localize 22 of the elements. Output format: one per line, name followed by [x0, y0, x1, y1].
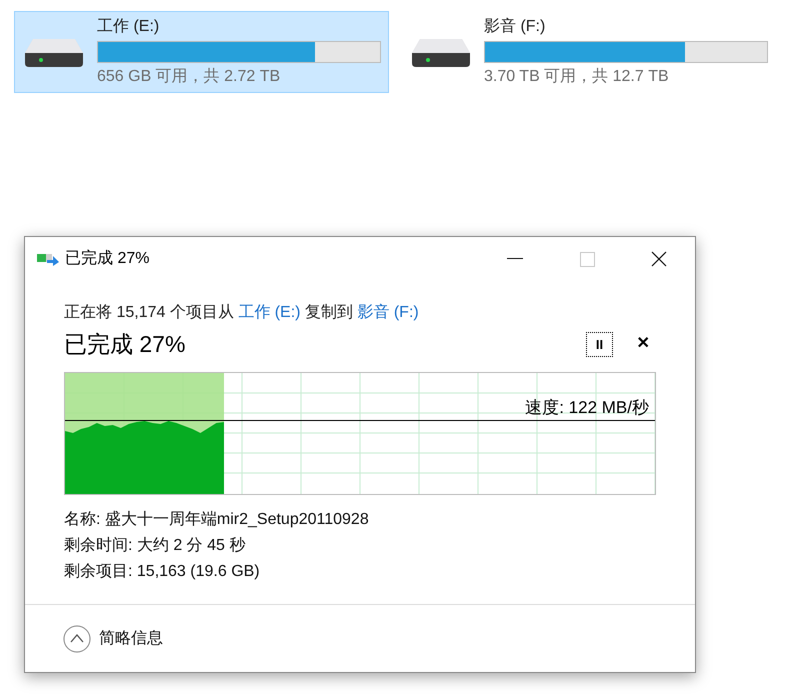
- drive-space: 656 GB 可用，共 2.72 TB: [97, 66, 282, 87]
- close-icon: [651, 251, 667, 267]
- detail-line: 剩余时间: 大约 2 分 45 秒: [64, 536, 246, 556]
- cancel-button[interactable]: ✕: [631, 332, 655, 356]
- minimize-icon: [507, 258, 523, 260]
- window-title: 已完成 27%: [65, 248, 150, 269]
- drive-space: 3.70 TB 可用，共 12.7 TB: [484, 66, 670, 87]
- pause-button[interactable]: II: [586, 332, 613, 357]
- progress-heading: 已完成 27%: [64, 330, 186, 359]
- detail-line: 剩余项目: 15,163 (19.6 GB): [64, 562, 261, 582]
- copy-icon: [37, 252, 59, 266]
- drive-link[interactable]: 工作 (E:): [238, 304, 300, 321]
- details-toggle[interactable]: 简略信息: [99, 626, 163, 650]
- detail-line: 名称: 盛大十一周年端mir2_Setup20110928: [64, 510, 370, 530]
- collapse-chevron-icon[interactable]: [63, 624, 91, 652]
- drive-tile[interactable]: 工作 (E:) 656 GB 可用，共 2.72 TB: [14, 11, 389, 93]
- drive-name: 影音 (F:): [484, 16, 546, 37]
- maximize-icon: [580, 252, 594, 266]
- copy-message: 正在将 15,174 个项目从 工作 (E:) 复制到 影音 (F:): [64, 302, 420, 323]
- drive-link[interactable]: 影音 (F:): [357, 304, 419, 321]
- drive-name: 工作 (E:): [97, 17, 160, 37]
- speed-label: 速度: 122 MB/秒: [525, 396, 649, 418]
